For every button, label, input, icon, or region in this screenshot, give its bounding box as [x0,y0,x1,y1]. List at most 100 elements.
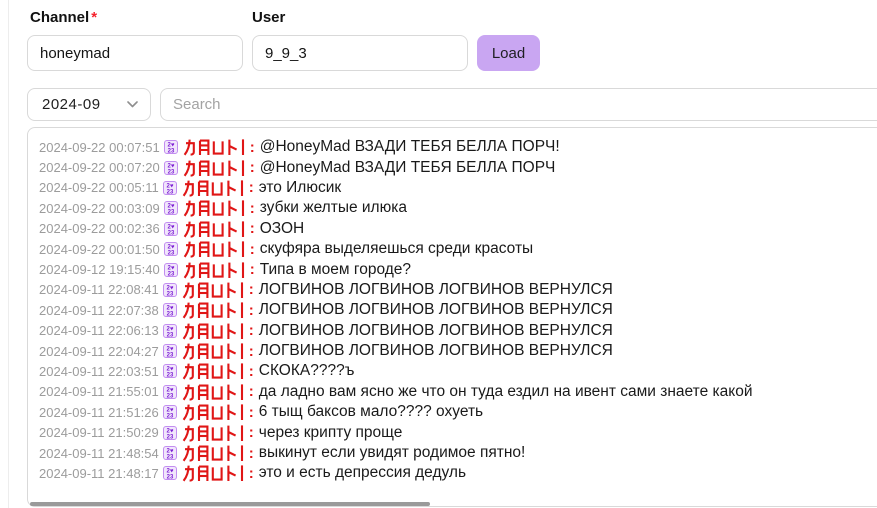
username-glyph-to [228,221,237,237]
sub-badge-icon: 2♥ 23 [163,262,178,277]
username [182,403,246,421]
badge-bottom-text: 23 [166,312,173,317]
month-select-value: 2024-09 [42,96,101,113]
username-glyph-ka [182,364,194,381]
username-glyph-moon [198,139,210,156]
username-glyph-openbox [211,406,223,420]
chevron-down-icon [127,101,138,108]
message-timestamp: 2024-09-11 21:48:54 [39,445,159,461]
username-colon: : [249,159,255,177]
username-glyph-moon [198,262,210,278]
username-glyph-ka [183,200,195,218]
badge-top-text: 2♥ [167,245,174,251]
username-glyph-bar [241,221,244,237]
username-glyph-ka [182,404,194,421]
message-text: ЛОГВИНОВ ЛОГВИНОВ ЛОГВИНОВ ВЕРНУЛСЯ [258,301,613,319]
badge-bottom-text: 23 [166,475,173,480]
username-glyph-ka [182,466,194,483]
username [183,240,247,258]
username-glyph-to [228,262,237,278]
badge-bottom-text: 23 [166,332,173,337]
chat-message-row: 2024-09-22 00:07:51 2♥ 23: @HoneyMad ВЗ… [39,137,877,157]
message-text: это Илюсик [258,178,342,196]
load-button[interactable]: Load [477,35,540,71]
message-text: ОЗОН [259,219,305,237]
username [182,424,246,442]
badge-top-text: 2♥ [166,408,173,414]
username-glyph-bar [241,159,244,176]
badge-bottom-text: 23 [167,271,174,276]
message-text: скуфяра выделяешься среди красоты [259,240,534,258]
sub-badge-icon: 2♥ 23 [162,384,177,399]
sub-badge-icon: 2♥ 23 [163,242,178,257]
message-text: @HoneyMad ВЗАДИ ТЕБЯ БЕЛЛА ПОРЧ! [259,138,560,156]
username-glyph-ka [182,282,194,299]
message-timestamp: 2024-09-11 21:50:29 [39,425,159,441]
username-glyph-to [228,139,237,156]
message-timestamp: 2024-09-11 22:03:51 [39,363,159,379]
badge-bottom-text: 23 [166,373,173,378]
badge-bottom-text: 23 [166,434,173,439]
badge-bottom-text: 23 [166,393,173,398]
username-glyph-to [227,445,236,462]
message-text: ЛОГВИНОВ ЛОГВИНОВ ЛОГВИНОВ ВЕРНУЛСЯ [258,342,613,360]
horizontal-scrollbar-thumb[interactable] [30,502,430,506]
username-colon: : [248,179,254,197]
sub-badge-icon: 2♥ 23 [163,140,178,155]
username-glyph-moon [197,425,209,441]
username-glyph-bar [240,425,243,441]
username-glyph-openbox [211,345,223,359]
username [183,138,247,156]
message-list: 2024-09-22 00:07:51 2♥ 23: @HoneyMad ВЗ… [28,128,877,484]
username-glyph-ka [182,180,194,197]
badge-bottom-text: 23 [166,414,173,419]
username-glyph-moon [198,200,210,217]
username-colon: : [248,301,254,319]
user-input[interactable] [252,35,468,71]
badge-bottom-text: 23 [167,210,174,215]
username-colon: : [248,464,254,482]
username-glyph-to [227,466,236,482]
message-text: да ладно вам ясно же что он туда ездил н… [258,382,753,400]
search-input[interactable] [160,88,877,121]
badge-bottom-text: 23 [167,230,174,235]
badge-bottom-text: 23 [167,149,174,154]
username [182,322,246,340]
username-glyph-openbox [211,304,223,318]
channel-label: Channel * [30,9,97,26]
username-glyph-ka [182,323,194,340]
username [182,362,246,381]
username-glyph-openbox [212,223,224,237]
username-glyph-bar [240,384,243,400]
username-glyph-bar [240,180,243,196]
chat-message-row: 2024-09-11 21:48:54 2♥ 23: выкинут если… [39,443,877,463]
username [182,342,246,360]
username-glyph-to [227,384,236,400]
required-asterisk: * [91,9,98,26]
chat-log-viewer-page: Channel* User Load 2024-09 2024-09-22 00… [0,0,877,508]
username-glyph-openbox [211,325,223,339]
chat-message-row: 2024-09-11 21:51:26 2♥ 23: 6 тыщ баксов… [39,402,877,422]
username-colon: : [248,383,254,401]
username-glyph-bar [240,465,243,482]
username-glyph-openbox [211,284,223,298]
sub-badge-icon: 2♥ 23 [162,344,177,359]
username-glyph-to [227,282,236,298]
chat-message-row: 2024-09-12 19:15:40 2♥ 23: Типа в моем … [39,259,877,279]
message-timestamp: 2024-09-22 00:02:36 [39,221,160,237]
message-timestamp: 2024-09-22 00:07:51 [39,139,160,155]
month-select[interactable]: 2024-09 [27,88,151,121]
username-glyph-openbox [212,243,224,257]
username-glyph-openbox [211,386,223,400]
username-colon: : [248,281,254,299]
badge-top-text: 2♥ [167,265,174,271]
sub-badge-icon: 2♥ 23 [162,466,177,481]
username [182,179,246,197]
username [183,159,247,177]
username-colon: : [248,322,254,340]
username-glyph-to [227,180,236,196]
username-colon: : [249,240,255,258]
chat-message-row: 2024-09-11 22:07:38 2♥ 23: ЛОГВИНОВ ЛОГ… [39,300,877,320]
channel-input[interactable] [27,35,243,71]
chat-message-row: 2024-09-11 21:55:01 2♥ 23: да ладно вам… [39,382,877,402]
